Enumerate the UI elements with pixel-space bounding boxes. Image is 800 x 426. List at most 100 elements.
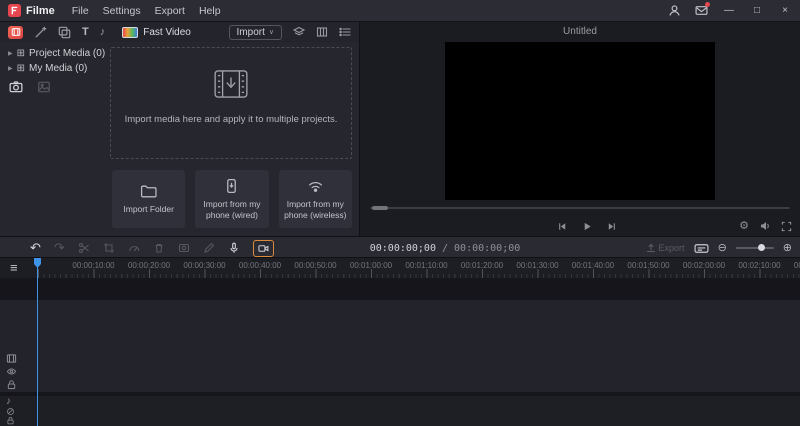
main-toolbar: T ♪ Fast Video Import ∨ (0, 22, 360, 42)
previous-frame-button[interactable] (557, 221, 568, 232)
preview-settings-group: ⚙ (739, 220, 792, 232)
fit-timeline-button[interactable] (694, 242, 709, 255)
crop-button[interactable] (103, 242, 115, 254)
timeline-zoom-slider[interactable] (735, 244, 774, 251)
camera-icon (9, 81, 23, 93)
minimize-button[interactable]: — (722, 5, 736, 16)
track-view-button[interactable] (316, 26, 328, 38)
play-button[interactable] (582, 221, 593, 232)
chevron-down-icon: ∨ (268, 29, 274, 36)
tab-effects[interactable] (34, 26, 47, 39)
fullscreen-button[interactable] (781, 221, 792, 232)
collection-grid-icon: ⊞ (16, 63, 26, 74)
list-view-button[interactable] (339, 26, 351, 38)
eye-icon (6, 368, 17, 375)
seekbar-handle[interactable] (372, 206, 388, 210)
fit-timeline-icon (694, 243, 709, 253)
messages-button[interactable] (695, 2, 710, 17)
menu-export[interactable]: Export (148, 5, 192, 17)
tree-item-label: My Media (0) (29, 63, 88, 74)
import-buttons-row: Import Folder Import from my phone (wire… (112, 170, 352, 228)
import-drop-zone[interactable]: Import media here and apply it to multip… (110, 47, 352, 159)
play-icon (584, 222, 591, 231)
track-manager-button[interactable]: ≡ (10, 260, 18, 276)
timeline-toolbar: ↶ ↷ 00:00:00;00 / 00:00:00;00 Export ⊖ ⊕ (0, 236, 800, 258)
import-folder-button[interactable]: Import Folder (112, 170, 186, 228)
video-track[interactable] (0, 300, 800, 392)
green-screen-icon (178, 243, 189, 253)
timeline-ruler[interactable]: ≡ 00:00:10:00 00:00:20:00 00:00:30:00 00… (0, 258, 800, 278)
audio-track-icon: ♪ (6, 396, 11, 407)
ruler-label: 00:02:20:00 (793, 261, 800, 270)
zoom-slider-knob[interactable] (757, 244, 765, 251)
mute-icon (7, 408, 14, 415)
timeline-tools: ↶ ↷ (30, 237, 274, 259)
track-lock-toggle[interactable] (6, 379, 17, 390)
audio-track[interactable]: ♪ (0, 396, 800, 426)
magic-wand-icon (35, 26, 47, 37)
timecode-total: 00:00:00;00 (454, 242, 521, 254)
menu-file[interactable]: File (65, 5, 96, 17)
fast-video-button[interactable]: Fast Video (122, 26, 191, 38)
zoom-in-button[interactable]: ⊕ (783, 242, 792, 254)
music-note-icon: ♪ (99, 26, 106, 38)
photos-button[interactable] (37, 80, 51, 94)
speed-button[interactable] (128, 242, 140, 254)
menu-help[interactable]: Help (192, 5, 228, 17)
tree-caret-icon[interactable]: ▶ (8, 50, 13, 57)
ruler-label: 00:01:50:00 (627, 261, 670, 270)
record-webcam-button[interactable] (252, 239, 274, 257)
video-viewport (445, 42, 715, 200)
tab-media[interactable] (8, 25, 23, 39)
split-button[interactable] (78, 242, 90, 254)
lock-icon (7, 417, 14, 425)
import-phone-wired-button[interactable]: Import from my phone (wired) (195, 170, 269, 228)
import-button-label: Import from my phone (wired) (203, 198, 261, 220)
close-button[interactable]: × (778, 5, 792, 16)
next-frame-button[interactable] (607, 221, 618, 232)
ruler-label: 00:01:40:00 (571, 261, 615, 270)
tab-transitions[interactable] (58, 26, 71, 39)
phone-icon (223, 178, 240, 195)
account-button[interactable] (668, 4, 681, 17)
export-up-icon (646, 243, 655, 253)
fast-video-label: Fast Video (143, 26, 191, 38)
layers-view-button[interactable] (293, 26, 305, 38)
quick-export-button[interactable]: Export (646, 243, 685, 253)
timecode-current: 00:00:00;00 (369, 242, 436, 254)
chroma-key-button[interactable] (178, 242, 190, 254)
menu-settings[interactable]: Settings (96, 5, 148, 17)
record-voiceover-button[interactable] (228, 242, 240, 254)
preview-seekbar[interactable] (370, 206, 790, 210)
app-title: Filme (26, 4, 55, 17)
titlebar: Filme File Settings Export Help — □ × (0, 0, 800, 22)
tab-text[interactable]: T (82, 26, 89, 38)
person-icon (669, 5, 680, 16)
pen-icon (204, 242, 214, 253)
camera-capture-button[interactable] (9, 80, 23, 94)
playhead[interactable] (37, 258, 38, 426)
app-window: Filme File Settings Export Help — □ × T … (0, 0, 800, 426)
record-camera-icon (258, 244, 269, 252)
ruler-label: 00:00:20:00 (127, 261, 171, 270)
zoom-out-button[interactable]: ⊖ (718, 242, 727, 254)
fast-video-icon (122, 26, 139, 38)
delete-button[interactable] (153, 242, 165, 254)
import-dropdown[interactable]: Import ∨ (228, 24, 282, 40)
track-visibility-toggle[interactable] (6, 366, 17, 377)
track-mute-toggle[interactable] (6, 407, 15, 416)
redo-button[interactable]: ↷ (54, 240, 65, 256)
import-phone-wireless-button[interactable]: Import from my phone (wireless) (278, 170, 352, 228)
maximize-button[interactable]: □ (750, 5, 764, 16)
capture-buttons (9, 80, 51, 94)
tree-caret-icon[interactable]: ▶ (8, 65, 13, 72)
track-lock-toggle[interactable] (6, 416, 15, 425)
preview-settings-button[interactable]: ⚙ (739, 220, 749, 232)
preview-panel: Untitled ⚙ (360, 22, 800, 236)
import-button-label: Import from my phone (wireless) (284, 198, 347, 220)
edit-button[interactable] (203, 242, 215, 254)
undo-button[interactable]: ↶ (30, 240, 41, 256)
tab-audio[interactable]: ♪ (100, 26, 106, 38)
volume-button[interactable] (759, 220, 771, 232)
columns-icon (316, 27, 328, 37)
